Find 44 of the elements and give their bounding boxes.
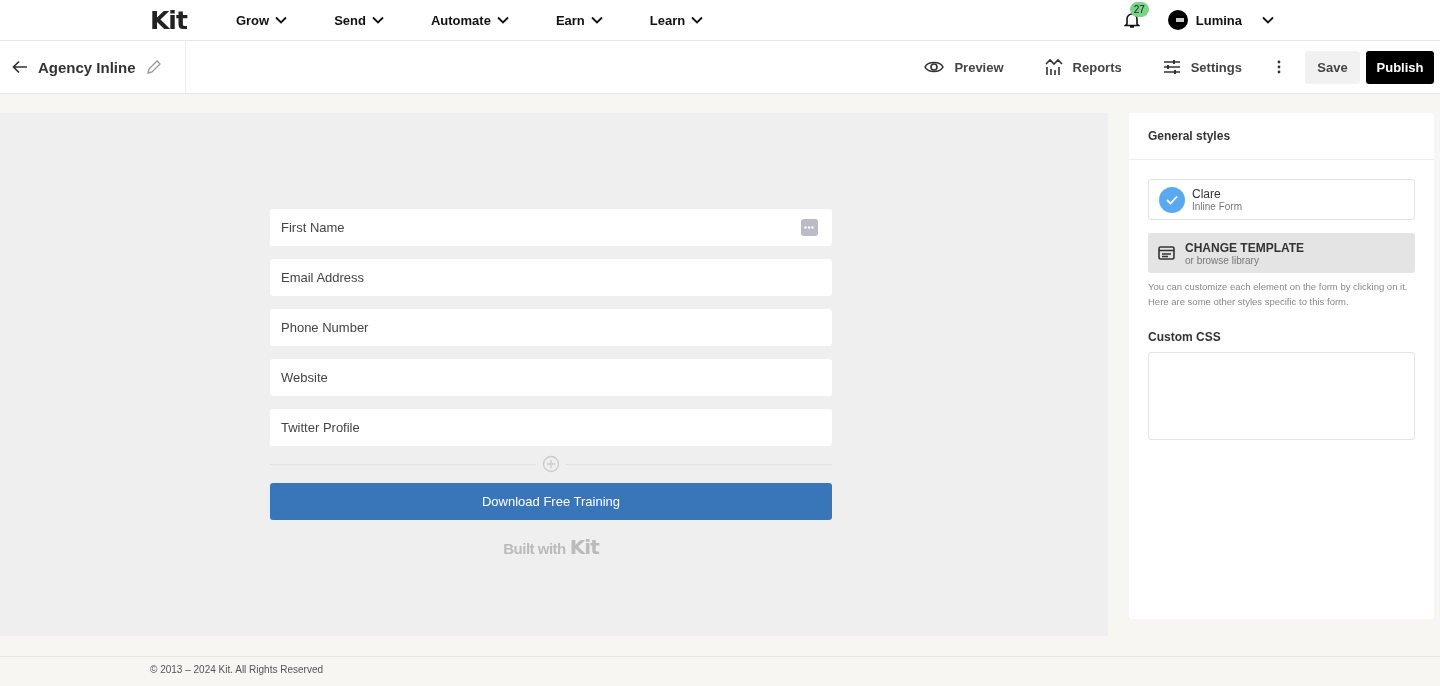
toolbar-button[interactable]: Preview	[918, 58, 1010, 76]
nav-menu-item[interactable]: Grow	[235, 12, 288, 28]
input-field[interactable]: Phone Number	[270, 309, 832, 346]
logo[interactable]: Kit	[150, 5, 187, 35]
form-title: Agency Inline	[38, 58, 136, 76]
chart-icon	[1044, 58, 1063, 76]
toolbar-button[interactable]: Settings	[1156, 58, 1248, 76]
toolbar-button[interactable]: Reports	[1038, 57, 1128, 77]
chevron-down-icon	[691, 16, 704, 24]
chevron-down-icon	[590, 16, 603, 24]
copyright-text: © 2013 – 2024 Kit. All Rights Reserved	[150, 664, 324, 675]
pencil-icon[interactable]	[145, 59, 162, 75]
chevron-down-icon	[275, 16, 288, 24]
back-arrow-icon[interactable]	[12, 60, 28, 74]
autofill-icon[interactable]	[801, 219, 818, 236]
chevron-down-icon	[371, 16, 384, 24]
help-text: You can customize each element on the form by clicking on it. Here are some other styles specific to this form.	[1148, 280, 1409, 309]
input-field[interactable]: First Name	[270, 209, 832, 246]
nav-menu-item[interactable]: Earn	[555, 12, 603, 28]
account-menu[interactable]: Lumina	[1161, 9, 1280, 31]
input-field[interactable]: Website	[270, 359, 832, 396]
css-input-field[interactable]	[1148, 352, 1415, 440]
checkmark-icon	[1159, 186, 1185, 213]
more-icon[interactable]	[1277, 60, 1281, 74]
avatar-icon	[1167, 10, 1188, 30]
notification-badge: 27	[1129, 2, 1149, 17]
change-template-button[interactable]: CHANGE TEMPLATE or browse library	[1148, 233, 1415, 273]
publish-button[interactable]: Publish	[1366, 50, 1434, 84]
input-field[interactable]: Email Address	[270, 259, 832, 296]
template-card[interactable]: Clare Inline Form	[1148, 179, 1415, 220]
save-button[interactable]: Save	[1305, 50, 1360, 84]
input-field[interactable]: Twitter Profile	[270, 409, 832, 446]
chevron-down-icon	[1262, 16, 1274, 24]
nav-menu-item[interactable]: Send	[334, 12, 384, 28]
panel-title: General styles	[1148, 129, 1231, 143]
bell-icon[interactable]	[1123, 11, 1140, 29]
nav-menu-item[interactable]: Learn	[649, 12, 704, 28]
css-label: Custom CSS	[1148, 330, 1222, 344]
eye-icon	[924, 60, 945, 74]
nav-menu-item[interactable]: Automate	[430, 12, 509, 28]
chevron-down-icon	[496, 16, 509, 24]
sliders-icon	[1162, 59, 1181, 75]
submit-button[interactable]: Download Free Training	[270, 483, 832, 520]
template-icon	[1158, 246, 1175, 260]
